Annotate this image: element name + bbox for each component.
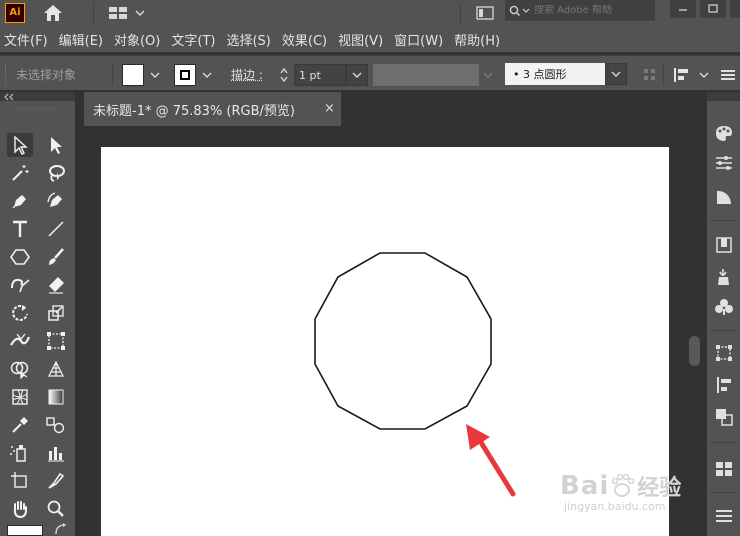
dock-separator [711,220,737,221]
artwork-layer [0,0,740,536]
dock-separator [711,442,737,443]
paw-icon [609,473,635,499]
align-objects-panel-icon[interactable] [713,374,735,396]
scrollbar-thumb[interactable] [689,336,700,366]
watermark-brand: Bai [560,471,609,501]
color-panel-icon[interactable] [713,122,735,144]
red-arrow-icon [466,424,513,494]
watermark-brand-suffix: 经验 [637,470,681,502]
vertical-scrollbar[interactable] [686,126,704,536]
watermark-url: jingyan.baidu.com [564,500,681,513]
properties-panel-icon[interactable] [713,152,735,174]
dock-separator [711,492,737,493]
brushes-panel-icon[interactable] [713,266,735,288]
libraries-panel-icon[interactable] [713,234,735,256]
layers-panel-icon[interactable] [713,504,735,526]
baidu-watermark: Bai 经验 jingyan.baidu.com [560,470,681,513]
transform-panel-icon[interactable] [713,342,735,364]
dock-separator [711,330,737,331]
gradient-panel-icon[interactable] [713,186,735,208]
dodecagon-shape[interactable] [315,253,491,429]
dock-header[interactable] [707,92,740,101]
pathfinder-panel-icon[interactable] [713,406,735,428]
swatches-panel-icon[interactable] [713,458,735,480]
symbols-panel-icon[interactable] [713,296,735,318]
right-panel-dock [707,92,740,536]
